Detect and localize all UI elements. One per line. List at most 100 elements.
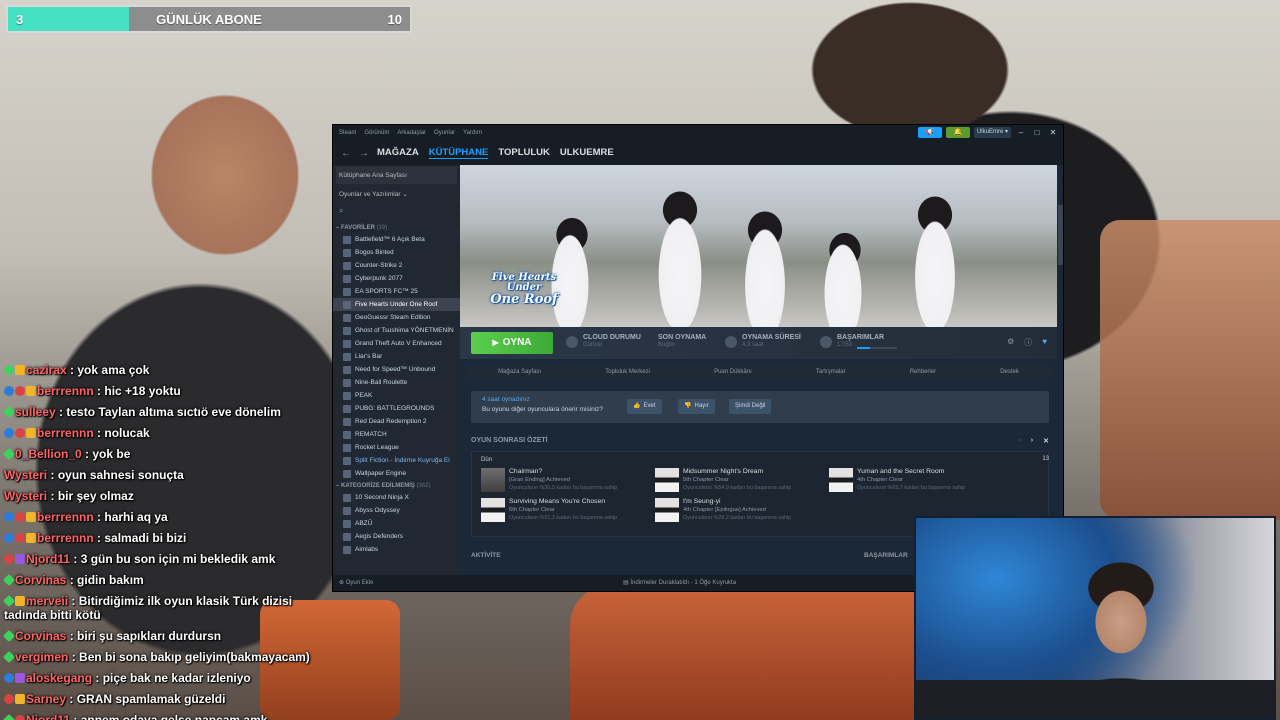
- library-game-item[interactable]: Cyberpunk 2077: [333, 272, 460, 285]
- achievement-description: 6th Chapter Clear: [509, 507, 555, 513]
- achievement-card[interactable]: Surviving Means You're Chosen 6th Chapter…: [481, 498, 651, 524]
- nav-tab[interactable]: ULKUEMRE: [560, 147, 614, 159]
- achievement-card[interactable]: I'm Seung-yi 4th Chapter [Epilogue] Achie…: [655, 498, 825, 524]
- game-icon: [343, 287, 351, 296]
- menu-item[interactable]: Yardım: [463, 130, 482, 136]
- achievement-card[interactable]: Yuman and the Secret Room 4th Chapter Cle…: [829, 468, 999, 494]
- recommend-later-button[interactable]: Şimdi Değil: [729, 399, 772, 414]
- library-game-item[interactable]: PEAK: [333, 389, 460, 402]
- stat-playtime-value: 4,3 saat: [742, 342, 764, 348]
- thumbs-up-icon: 👍: [633, 403, 641, 409]
- game-icon: [343, 248, 351, 257]
- game-subnav-link[interactable]: Destek: [1000, 369, 1019, 375]
- library-game-item[interactable]: Wallpaper Engine: [333, 467, 460, 480]
- recap-close-icon[interactable]: ✕: [1043, 437, 1049, 445]
- library-game-item[interactable]: Abyss Odyssey: [333, 504, 460, 517]
- uncategorized-section-header[interactable]: – KATEGORİZE EDİLMEMİŞ (362): [333, 480, 460, 491]
- library-search-input[interactable]: ⌕: [336, 206, 457, 220]
- chat-badge-icon: [15, 512, 25, 522]
- chat-username: Wysteri: [4, 468, 48, 482]
- close-icon[interactable]: ✕: [1047, 128, 1059, 137]
- recommend-no-button[interactable]: 👎 Hayır: [678, 399, 715, 414]
- stat-playtime: OYNAMA SÜRESİ 4,3 saat: [742, 334, 801, 348]
- download-status[interactable]: ▤ İndirmeler Duraklatıldı - 1 Öğe Kuyruk…: [623, 579, 736, 586]
- achievement-card[interactable]: Chairman? [Gran Ending] Achieved Oyuncular…: [481, 468, 651, 494]
- favorite-heart-icon[interactable]: ♥: [1042, 337, 1047, 348]
- chat-message: aloskegang : piçe bak ne kadar izleniyo: [2, 668, 332, 689]
- played-hours-link[interactable]: 4 saat oynadınız: [482, 396, 530, 403]
- library-home-link[interactable]: Kütüphane Ana Sayfası: [336, 167, 457, 184]
- chat-badge-icon: [2, 650, 16, 664]
- game-title: Aimlabs: [355, 546, 379, 553]
- library-game-item[interactable]: Grand Theft Auto V Enhanced: [333, 337, 460, 350]
- game-icon: [343, 339, 351, 348]
- recommend-prompt: 4 saat oynadınız Bu oyunu diğer oyuncula…: [471, 391, 1049, 423]
- chat-badge-icon: [2, 629, 16, 643]
- chat-username: berrrennn: [37, 531, 94, 545]
- library-game-item[interactable]: Counter-Strike 2: [333, 259, 460, 272]
- recap-prev-icon[interactable]: ‹: [1018, 437, 1020, 445]
- menu-item[interactable]: Oyunlar: [434, 130, 455, 136]
- game-subnav-link[interactable]: Puan Dükkânı: [714, 369, 752, 375]
- library-game-item[interactable]: Five Hearts Under One Roof: [333, 298, 460, 311]
- menu-item[interactable]: Görünüm: [364, 130, 389, 136]
- favorites-count: (19): [376, 225, 388, 231]
- library-game-item[interactable]: Rocket League: [333, 441, 460, 454]
- account-menu[interactable]: UlkuEmre ▾: [973, 127, 1011, 138]
- game-title: Five Hearts Under One Roof: [355, 301, 438, 308]
- chat-message: Njord11 : 3 gün bu son için mi bekledik …: [2, 549, 332, 570]
- game-subnav-link[interactable]: Tartışmalar: [816, 369, 846, 375]
- back-arrow-icon[interactable]: ←: [341, 148, 351, 159]
- menu-item[interactable]: Arkadaşlar: [397, 130, 426, 136]
- library-game-item[interactable]: PUBG: BATTLEGROUNDS: [333, 402, 460, 415]
- library-game-item[interactable]: Bogos Binted: [333, 246, 460, 259]
- maximize-icon[interactable]: □: [1031, 128, 1043, 137]
- library-game-item[interactable]: Aegis Defenders: [333, 530, 460, 543]
- achievement-card[interactable]: Midsummer Night's Dream 5th Chapter Clear…: [655, 468, 825, 494]
- forward-arrow-icon[interactable]: →: [359, 148, 369, 159]
- library-game-item[interactable]: Need for Speed™ Unbound: [333, 363, 460, 376]
- minimize-icon[interactable]: –: [1015, 128, 1027, 137]
- achievement-thumbnail: [655, 468, 679, 492]
- chat-badge-icon: [26, 386, 36, 396]
- library-game-item[interactable]: Battlefield™ 6 Açık Beta: [333, 233, 460, 246]
- play-button[interactable]: ▶ OYNA: [471, 332, 553, 354]
- game-title: Liar's Bar: [355, 353, 383, 360]
- library-game-item[interactable]: Nine-Ball Roulette: [333, 376, 460, 389]
- announcements-button[interactable]: 📢: [917, 127, 942, 138]
- notifications-button[interactable]: 🔔: [945, 127, 970, 138]
- recap-next-icon[interactable]: ›: [1031, 437, 1033, 445]
- library-game-item[interactable]: EA SPORTS FC™ 25: [333, 285, 460, 298]
- game-subnav-link[interactable]: Mağaza Sayfası: [498, 369, 541, 375]
- library-game-item[interactable]: Aimlabs: [333, 543, 460, 556]
- chat-badge-icon: [26, 512, 36, 522]
- game-subnav-link[interactable]: Rehberler: [910, 369, 936, 375]
- add-game-button[interactable]: ⊕ Oyun Ekle: [339, 579, 373, 586]
- game-subnav-link[interactable]: Topluluk Merkezi: [605, 369, 650, 375]
- chat-badge-icon: [4, 673, 14, 683]
- nav-tab[interactable]: MAĞAZA: [377, 147, 419, 159]
- library-game-item[interactable]: Split Fiction - İndirme Kuyruğa El: [333, 454, 460, 467]
- library-filter-dropdown[interactable]: Oyunlar ve Yazılımlar ⌄: [336, 188, 457, 202]
- library-game-item[interactable]: ABZÛ: [333, 517, 460, 530]
- game-title: Aegis Defenders: [355, 533, 404, 540]
- library-game-item[interactable]: Red Dead Redemption 2: [333, 415, 460, 428]
- nav-tab[interactable]: TOPLULUK: [498, 147, 550, 159]
- menu-item[interactable]: Steam: [339, 130, 356, 136]
- chat-text: : bir şey olmaz: [50, 489, 134, 503]
- library-game-item[interactable]: REMATCH: [333, 428, 460, 441]
- library-game-item[interactable]: 10 Second Ninja X: [333, 491, 460, 504]
- favorites-section-header[interactable]: – FAVORİLER (19): [333, 222, 460, 233]
- main-scrollbar[interactable]: [1058, 205, 1063, 265]
- stat-last-played-label: SON OYNAMA: [658, 334, 707, 341]
- library-game-item[interactable]: Liar's Bar: [333, 350, 460, 363]
- game-icon: [343, 430, 351, 439]
- settings-gear-icon[interactable]: ⚙: [1007, 337, 1014, 348]
- info-icon[interactable]: ⓘ: [1024, 337, 1032, 348]
- game-icon: [343, 532, 351, 541]
- recap-count: 13: [1042, 456, 1049, 462]
- library-game-item[interactable]: GeoGuessr Steam Edition: [333, 311, 460, 324]
- library-game-item[interactable]: Ghost of Tsushima YÖNETMENİN: [333, 324, 460, 337]
- recommend-yes-button[interactable]: 👍 Evet: [627, 399, 662, 414]
- nav-tab[interactable]: KÜTÜPHANE: [428, 147, 489, 159]
